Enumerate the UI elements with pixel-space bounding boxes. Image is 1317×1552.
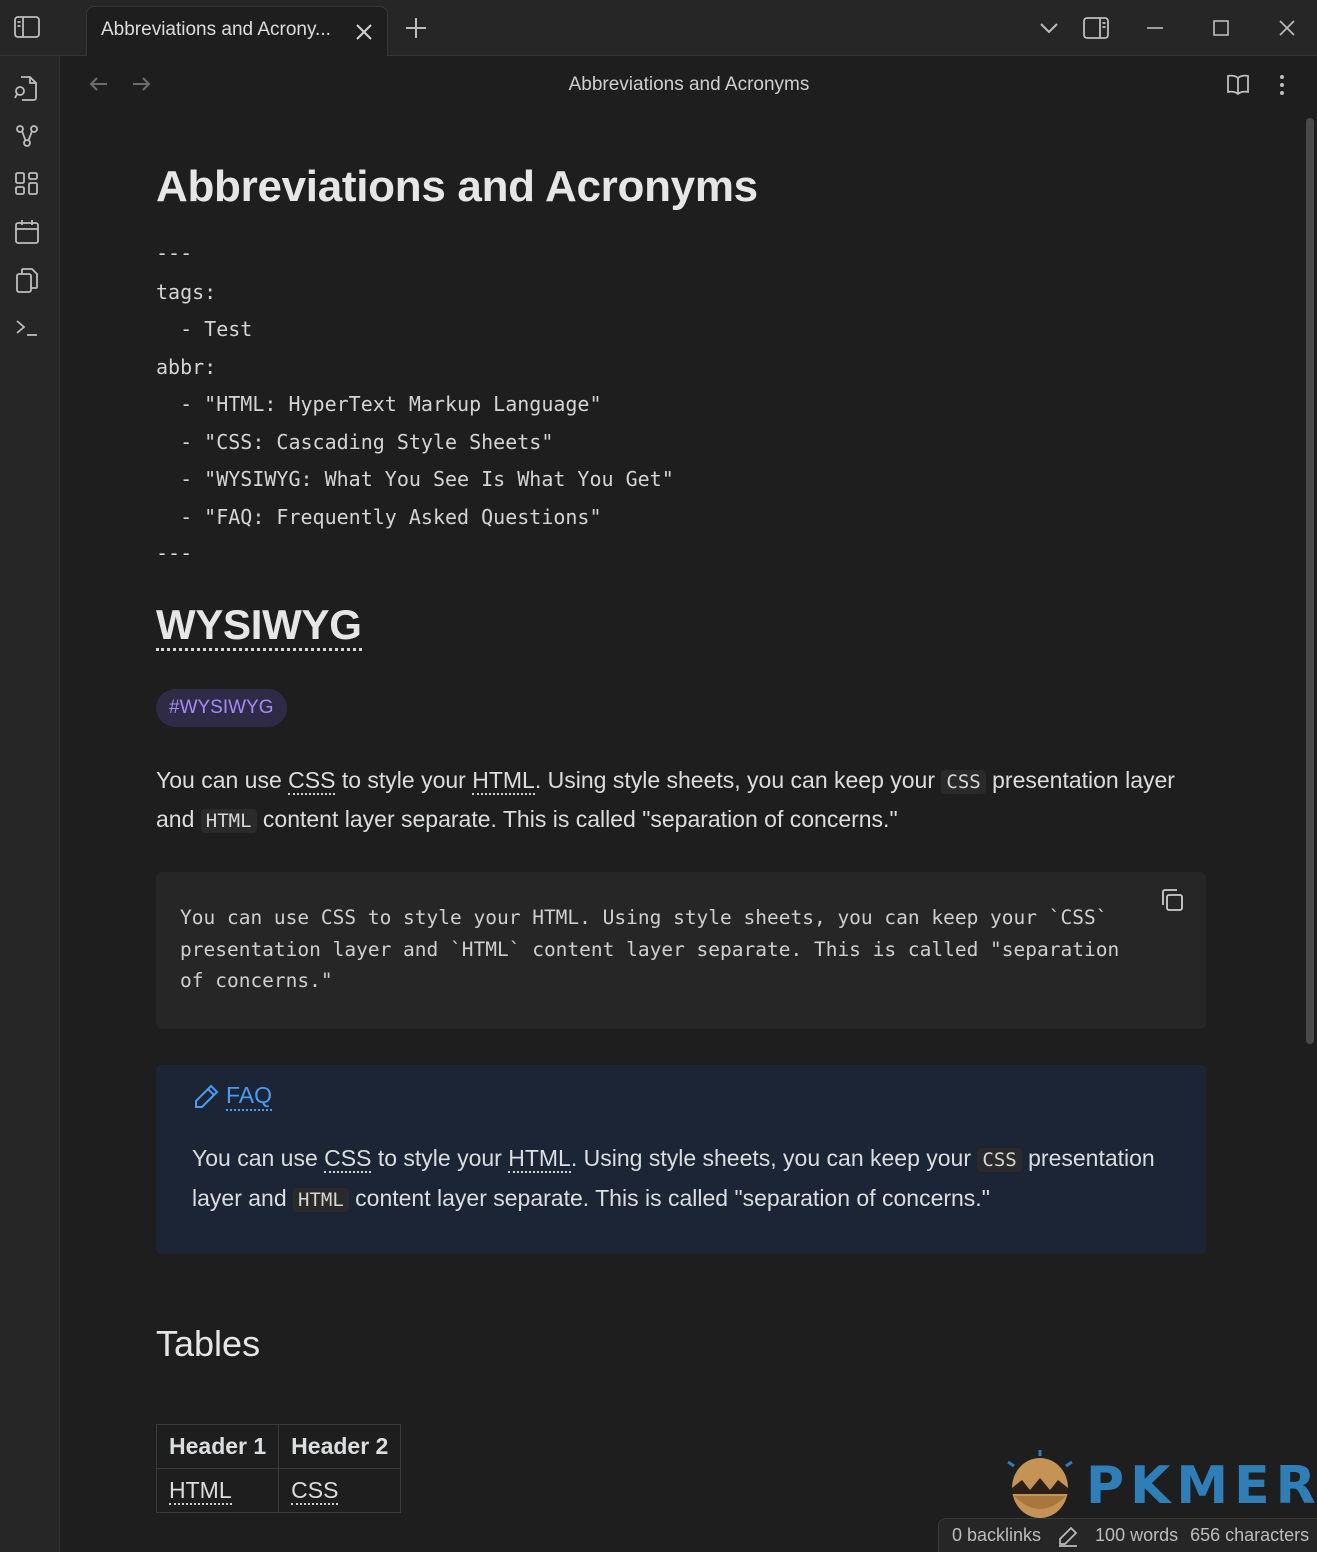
frontmatter-line: - "CSS: Cascading Style Sheets": [156, 430, 554, 454]
view-title[interactable]: Abbreviations and Acronyms: [61, 74, 1317, 96]
callout-title[interactable]: FAQ: [192, 1083, 273, 1111]
graph-view-icon[interactable]: [13, 122, 41, 150]
pkmer-logo: [1007, 1450, 1073, 1518]
inline-code-css: CSS: [941, 770, 986, 794]
abbr-css[interactable]: CSS: [288, 767, 336, 795]
abbr-html[interactable]: HTML: [472, 767, 535, 795]
frontmatter-line: - "FAQ: Frequently Asked Questions": [156, 505, 602, 529]
canvas-icon[interactable]: [13, 170, 41, 198]
title-bar: Abbreviations and Acrony...: [0, 0, 1317, 56]
note-title: Abbreviations and Acronyms: [156, 162, 758, 211]
callout-faq: FAQ You can use CSS to style your HTML. …: [156, 1065, 1206, 1254]
character-count: 656 characters: [1190, 1525, 1310, 1545]
table-cell: HTML: [155, 1468, 280, 1513]
sidebar-toggle-icon[interactable]: [12, 13, 42, 41]
paragraph: You can use CSS to style your HTML. Usin…: [156, 767, 1175, 833]
abbr-css[interactable]: CSS: [324, 1145, 372, 1173]
data-table: Header 1 Header 2 HTML CSS: [155, 1424, 402, 1513]
templates-icon[interactable]: [13, 266, 41, 294]
table-row: HTML CSS: [155, 1468, 402, 1513]
code-block: You can use CSS to style your HTML. Usin…: [156, 872, 1206, 1029]
status-bar: 0 backlinks 100 words 656 characters: [938, 1518, 1317, 1552]
view-header: Abbreviations and Acronyms: [61, 56, 1317, 114]
frontmatter-line: tags:: [156, 280, 217, 304]
maximize-icon[interactable]: [1207, 14, 1235, 42]
code-text: You can use CSS to style your HTML. Usin…: [180, 906, 1120, 992]
frontmatter-line: - "HTML: HyperText Markup Language": [156, 392, 602, 416]
plus-icon[interactable]: [404, 16, 428, 40]
backlinks-count[interactable]: 0 backlinks: [952, 1525, 1041, 1546]
daily-note-icon[interactable]: [13, 218, 41, 246]
window-close-icon[interactable]: [1273, 14, 1301, 42]
abbr-css[interactable]: CSS: [291, 1477, 339, 1505]
inline-code-html: HTML: [293, 1188, 349, 1212]
table-header: Header 2: [278, 1424, 402, 1469]
copy-icon[interactable]: [1158, 886, 1186, 914]
watermark-text: PKMER: [1086, 1456, 1317, 1516]
frontmatter-line: abbr:: [156, 355, 217, 379]
reading-view-icon[interactable]: [1225, 72, 1251, 98]
table-cell: CSS: [278, 1468, 402, 1513]
pencil-icon: [195, 1084, 219, 1108]
word-count: 100 words: [1095, 1525, 1179, 1545]
heading-wysiwyg: WYSIWYG: [156, 601, 362, 652]
tab-title: Abbreviations and Acrony...: [101, 19, 331, 40]
left-ribbon: [0, 56, 60, 1552]
open-quick-switcher-icon[interactable]: [13, 74, 41, 102]
chevron-down-icon[interactable]: [1035, 14, 1063, 42]
tab-active[interactable]: Abbreviations and Acrony...: [86, 6, 388, 56]
edit-icon[interactable]: [1057, 1525, 1079, 1547]
frontmatter-line: - "WYSIWYG: What You See Is What You Get…: [156, 467, 674, 491]
abbr-html[interactable]: HTML: [169, 1477, 232, 1505]
frontmatter-line: ---: [156, 241, 193, 265]
callout-body: You can use CSS to style your HTML. Usin…: [192, 1145, 1155, 1212]
more-options-icon[interactable]: [1269, 72, 1295, 98]
pkmer-watermark: PKMER: [1000, 1448, 1316, 1520]
inline-code-html: HTML: [200, 809, 257, 833]
split-pane-icon[interactable]: [1082, 14, 1110, 42]
command-palette-icon[interactable]: [13, 314, 41, 342]
tag-wysiwyg[interactable]: #WYSIWYG: [156, 689, 287, 727]
scrollbar[interactable]: [1306, 118, 1314, 1044]
abbr-html[interactable]: HTML: [508, 1145, 571, 1173]
heading-tables: Tables: [156, 1323, 261, 1364]
minimize-icon[interactable]: [1141, 14, 1169, 42]
inline-code-css: CSS: [977, 1148, 1022, 1172]
frontmatter-line: ---: [156, 541, 193, 565]
callout-title-text[interactable]: FAQ: [226, 1083, 273, 1111]
close-icon[interactable]: [353, 21, 375, 43]
table-header-row: Header 1 Header 2: [155, 1424, 402, 1469]
table-header: Header 1: [155, 1424, 280, 1469]
frontmatter-line: - Test: [156, 317, 253, 341]
